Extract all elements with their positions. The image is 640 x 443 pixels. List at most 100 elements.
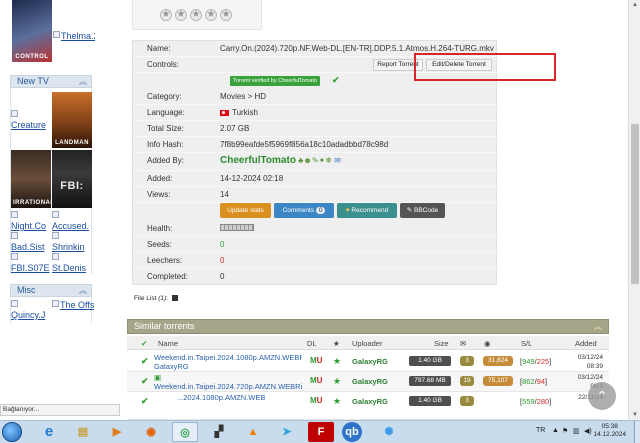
collapse-icon[interactable]: ︽	[79, 76, 87, 87]
misc-header[interactable]: Misc ︽	[10, 284, 92, 297]
table-row[interactable]: ✔ ...2024.1080p.AMZN.WEB MU ★ GalaxyRG 1…	[127, 392, 609, 420]
file-explorer-icon[interactable]: ▤	[70, 422, 96, 442]
start-button[interactable]	[2, 422, 22, 442]
poster-shrinking[interactable]: Shrinkin	[52, 232, 94, 252]
update-stats-button[interactable]: Update stats	[220, 203, 271, 218]
recommend-button[interactable]: ♥ Recommend	[337, 203, 397, 218]
rating-widget: ★ ★ ★ ★ ★	[132, 0, 262, 30]
uploader-link[interactable]: GalaxyRG	[352, 397, 388, 406]
poster-accused[interactable]: Accused.	[52, 211, 94, 231]
volume-icon[interactable]: ◀)	[584, 427, 592, 435]
language-value: Turkish	[220, 108, 258, 117]
scroll-up-icon[interactable]: ▲	[629, 0, 640, 10]
poster-st-denis[interactable]: St.Denis	[52, 253, 94, 273]
poster-creature[interactable]: Creature	[11, 110, 51, 130]
poster-control[interactable]: CONTROL	[12, 0, 52, 62]
torrent-link[interactable]: ...2024.1080p.AMZN.WEB	[177, 393, 325, 411]
poster-the-offs[interactable]: The Offs	[52, 300, 94, 310]
bookmark-star-icon[interactable]: ★	[333, 356, 341, 367]
scroll-down-icon[interactable]: ▼	[629, 410, 640, 420]
poster-night-court[interactable]: Night.Co	[11, 211, 51, 231]
seed-leech: [862/94]	[520, 377, 548, 386]
magnet-download-icon[interactable]: MU	[310, 356, 322, 365]
firefox-icon[interactable]: ◉	[138, 422, 164, 442]
col-size[interactable]: Size	[434, 339, 449, 348]
poster-thelma[interactable]: Thelma.2	[53, 31, 95, 41]
status-bar: Bağlanıyor...	[0, 404, 120, 416]
row-views: Views: 14	[133, 187, 498, 203]
poster-bad-sisters[interactable]: Bad.Sist	[11, 232, 51, 252]
col-uploader[interactable]: Uploader	[352, 339, 382, 348]
torrent-link[interactable]: ▣ Weekend.in.Taipei.2024.720p.AMZN.WEBRi…	[154, 373, 302, 391]
highlight-box	[414, 53, 556, 81]
vertical-scrollbar[interactable]: ▲ ▼	[628, 0, 640, 420]
seeds-label: Seeds:	[147, 240, 172, 249]
network-icon[interactable]: ▥	[573, 427, 580, 435]
collapse-icon[interactable]: ︽	[594, 320, 602, 333]
bookmark-star-icon[interactable]: ★	[333, 396, 341, 407]
col-added[interactable]: Added	[575, 339, 597, 348]
col-name[interactable]: Name	[158, 339, 178, 348]
row-added-by: Added By: CheerfulTomato ♣☻✎✦❄ ✉	[133, 153, 498, 171]
collapse-icon[interactable]: ︽	[79, 285, 87, 296]
telegram-icon[interactable]: ➤	[274, 422, 300, 442]
verified-badge: Torrent verified by CheerfulTomato	[230, 76, 321, 86]
rating-star-2[interactable]: ★	[175, 9, 187, 21]
uploader-link[interactable]: CheerfulTomato	[220, 155, 296, 166]
bbcode-button[interactable]: ✎ BBCode	[400, 203, 445, 218]
comments-label: Comments	[282, 207, 314, 214]
rating-star-1[interactable]: ★	[160, 9, 172, 21]
scrollbar-thumb[interactable]	[631, 124, 639, 284]
torrent-link[interactable]: Weekend.in.Taipei.2024.1080p.AMZN.WEBRip…	[154, 353, 302, 371]
added-value: 14-12-2024 02:18	[220, 174, 284, 183]
file-list-toggle[interactable]: File List (1):	[134, 295, 178, 302]
health-label: Health:	[147, 224, 173, 233]
new-tv-header[interactable]: New TV ︽	[10, 75, 92, 88]
total-size-label: Total Size:	[147, 124, 184, 133]
poster-irrational[interactable]: IRRATIONAL	[11, 150, 51, 208]
media-player-icon[interactable]: ▶	[104, 422, 130, 442]
page: { "sidebar": { "top_items": [ {"title": …	[0, 0, 640, 443]
show-desktop-button[interactable]	[634, 421, 640, 443]
pm-envelope-icon[interactable]: ✉	[334, 156, 341, 165]
table-row[interactable]: ✔ Weekend.in.Taipei.2024.1080p.AMZN.WEBR…	[127, 352, 609, 372]
completed-value: 0	[220, 272, 225, 281]
controls-label: Controls:	[147, 60, 180, 69]
qbittorrent-icon[interactable]: qb	[342, 422, 362, 442]
movie-maker-icon[interactable]: ▞	[206, 422, 232, 442]
poster-title: IRRATIONAL	[13, 200, 51, 206]
chrome-icon[interactable]: ◎	[172, 422, 198, 442]
clock[interactable]: 05:38 14.12.2024	[593, 423, 626, 439]
paint-icon[interactable]: ✺	[376, 422, 402, 442]
flag-icon[interactable]: ⚑	[562, 427, 568, 435]
bookmark-star-icon[interactable]: ★	[333, 376, 341, 387]
rating-star-5[interactable]: ★	[220, 9, 232, 21]
magnet-download-icon[interactable]: MU	[310, 396, 322, 405]
poster-fbi[interactable]: FBI:	[52, 150, 92, 208]
torrent-name-link[interactable]: Carry.On.(2024).720p.NF.Web-DL.[EN-TR].D…	[220, 44, 494, 53]
rating-star-4[interactable]: ★	[205, 9, 217, 21]
language-indicator[interactable]: TR	[536, 427, 545, 434]
check-icon: ✔	[141, 356, 149, 366]
ie-icon[interactable]: e	[36, 422, 62, 442]
uploader-link[interactable]: GalaxyRG	[352, 357, 388, 366]
vlc-icon[interactable]: ▲	[240, 422, 266, 442]
expand-icon[interactable]	[171, 295, 178, 302]
check-icon: ✔	[332, 75, 340, 85]
col-sl[interactable]: S/L	[521, 339, 532, 348]
magnet-download-icon[interactable]: MU	[310, 376, 322, 385]
category-link[interactable]: Movies > HD	[220, 92, 266, 101]
poster-quincy[interactable]: Quincy.J	[11, 300, 51, 320]
poster-fbi-s07[interactable]: FBI.S07E	[11, 253, 51, 273]
leechers-value: 0	[220, 256, 225, 265]
scroll-to-top-button[interactable]: ⌃	[588, 382, 616, 410]
check-icon: ✔	[141, 376, 149, 386]
tray-expand-icon[interactable]: ▲	[552, 427, 559, 434]
filezilla-icon[interactable]: F	[308, 422, 334, 442]
table-row[interactable]: ✔ ▣ Weekend.in.Taipei.2024.720p.AMZN.WEB…	[127, 372, 609, 392]
rating-star-3[interactable]: ★	[190, 9, 202, 21]
uploader-link[interactable]: GalaxyRG	[352, 377, 388, 386]
comments-button[interactable]: Comments 0	[274, 203, 334, 218]
poster-landman[interactable]: LANDMAN	[52, 92, 92, 148]
similar-header[interactable]: Similar torrents ︽	[127, 319, 609, 334]
